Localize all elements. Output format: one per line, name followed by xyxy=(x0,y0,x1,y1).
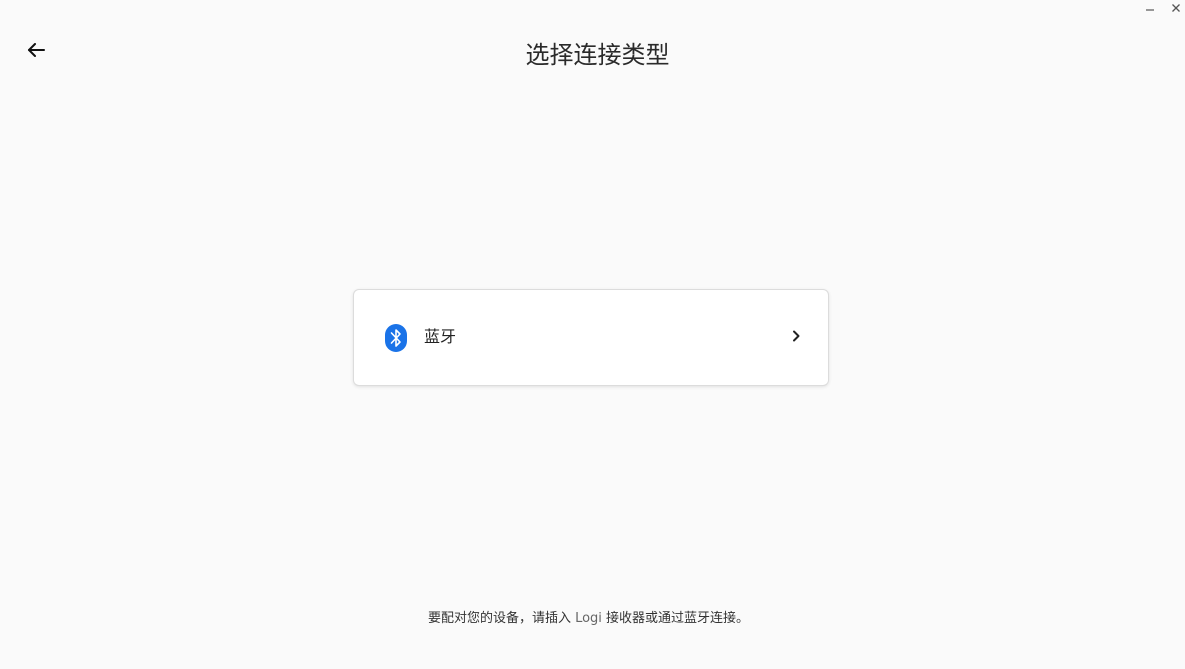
page-title: 选择连接类型 xyxy=(525,41,670,69)
bluetooth-option-label: 蓝牙 xyxy=(424,327,457,346)
bluetooth-option[interactable]: 蓝牙 xyxy=(353,289,829,386)
close-button[interactable] xyxy=(1164,0,1185,16)
minimize-button[interactable] xyxy=(1138,0,1162,16)
footer-hint-text-end: 接收器或通过蓝牙连接。 xyxy=(601,611,750,626)
chevron-right-icon xyxy=(793,330,800,342)
footer-hint-text: 要配对您的设备，请插入 xyxy=(427,611,576,626)
logi-brand-text: Logi xyxy=(575,611,602,626)
minimize-icon xyxy=(1146,9,1154,11)
bluetooth-icon xyxy=(385,324,407,352)
footer-hint: 要配对您的设备，请插入 Logi 接收器或通过蓝牙连接。 xyxy=(0,609,1177,629)
close-icon xyxy=(1172,4,1180,12)
